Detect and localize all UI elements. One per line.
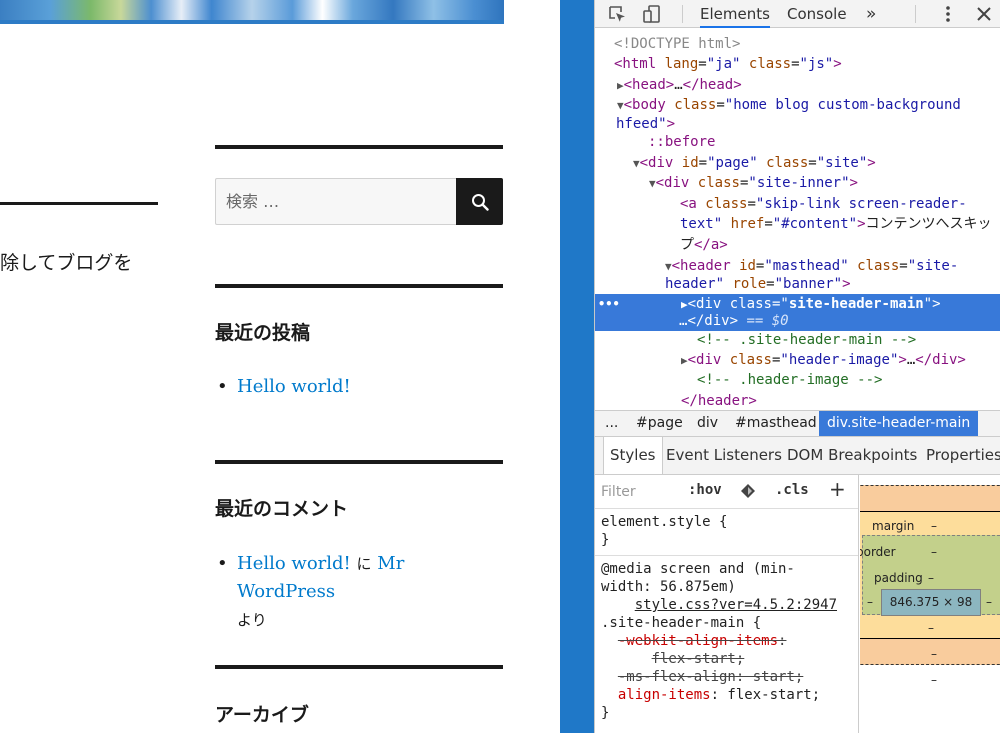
search-input[interactable] — [215, 178, 456, 225]
expand-arrow-icon[interactable]: ▶ — [617, 79, 624, 92]
archives-title: アーカイブ — [215, 704, 309, 726]
new-style-rule-icon[interactable]: + — [829, 477, 846, 501]
kebab-menu-icon[interactable] — [937, 3, 959, 25]
post-excerpt-text: 除してブログを — [0, 252, 133, 274]
dom-node-skip-link-end: プ</a> — [680, 237, 728, 253]
widget-divider — [215, 460, 503, 464]
bullet: • — [217, 553, 228, 574]
border-bottom-value: – — [931, 647, 937, 661]
recent-comments-list: • Hello world! に Mr WordPress より — [217, 550, 507, 634]
padding-right-value: – — [986, 595, 992, 609]
expand-arrow-icon[interactable]: ▶ — [681, 354, 688, 367]
devtools-panel: Elements Console » <!DOCTYPE html> <html… — [594, 0, 1000, 733]
breadcrumb-item[interactable]: ... — [605, 411, 618, 436]
padding-label: padding — [874, 571, 923, 585]
dom-node-site-inner[interactable]: ▼<div class="site-inner"> — [649, 173, 1000, 195]
search-form — [215, 178, 503, 225]
breadcrumb-item[interactable]: #page — [636, 411, 683, 436]
breadcrumb-item[interactable]: div — [697, 411, 718, 436]
dom-node-doctype[interactable]: <!DOCTYPE html> — [614, 34, 1000, 55]
dom-node-skip-link-cont: text" href="#content">コンテンツへスキッ — [680, 216, 992, 232]
media-rule[interactable]: @media screen and (min- width: 56.875em)… — [601, 560, 837, 722]
website-page: 除してブログを 最近の投稿 • Hello world! 最近のコメント • H… — [0, 0, 560, 733]
styles-filter-input[interactable] — [601, 481, 681, 503]
tab-elements[interactable]: Elements — [700, 0, 770, 28]
tab-properties[interactable]: Properties — [926, 437, 1000, 474]
node-actions-icon[interactable]: ••• — [598, 294, 620, 315]
breadcrumb-item[interactable]: #masthead — [735, 411, 817, 436]
comment-post-link[interactable]: Hello world! — [237, 553, 351, 574]
styles-filter-bar: :hov .cls + — [595, 475, 858, 509]
dom-node-before[interactable]: ::before — [648, 132, 1000, 153]
dom-breadcrumb: ... #page div #masthead div.site-header-… — [595, 410, 1000, 437]
dom-node-comment[interactable]: <!-- .header-image --> — [697, 370, 1000, 391]
dom-node-head[interactable]: ▶<head>…</head> — [617, 75, 1000, 97]
widget-divider — [215, 665, 503, 669]
collapse-arrow-icon[interactable]: ▼ — [633, 157, 640, 170]
rule-divider — [595, 555, 858, 556]
sidebar-tabs: Styles Event Listeners DOM Breakpoints P… — [595, 437, 1000, 475]
element-style-rule[interactable]: element.style { } — [601, 513, 727, 549]
element-state-icon[interactable] — [741, 484, 755, 498]
box-model-content[interactable]: 846.375 × 98 — [881, 589, 981, 616]
dom-node-html[interactable]: <html lang="ja" class="js"> — [614, 54, 1000, 75]
toolbar-divider — [915, 5, 916, 23]
padding-bottom-value: – — [928, 621, 934, 635]
search-icon — [471, 193, 489, 211]
tab-console[interactable]: Console — [787, 0, 847, 28]
source-link[interactable]: style.css?ver=4.5.2:2947 — [635, 597, 837, 613]
box-model-diagram: 846.375 × 98 margin – border – padding –… — [860, 475, 1000, 733]
header-image — [0, 0, 504, 24]
recent-comments-title: 最近のコメント — [215, 498, 349, 520]
devtools-toolbar: Elements Console » — [595, 0, 1000, 28]
recent-posts-list: • Hello world! — [217, 373, 507, 401]
styles-pane: :hov .cls + element.style { } @media scr… — [595, 475, 859, 733]
more-tabs-icon[interactable]: » — [866, 0, 876, 28]
dom-tree: <!DOCTYPE html> <html lang="ja" class="j… — [595, 29, 1000, 409]
collapse-arrow-icon[interactable]: ▼ — [649, 177, 656, 190]
collapse-arrow-icon[interactable]: ▼ — [617, 99, 624, 112]
expand-arrow-icon[interactable]: ▶ — [681, 298, 688, 311]
list-item: • Hello world! — [217, 373, 507, 401]
dom-node-comment[interactable]: <!-- .site-header-main --> — [697, 330, 1000, 351]
widget-divider — [215, 284, 503, 288]
tab-styles[interactable]: Styles — [603, 437, 663, 474]
dom-node-header-cont: header" role="banner"> — [665, 276, 851, 292]
padding-top-value: – — [928, 571, 934, 585]
inspect-element-icon[interactable] — [606, 3, 628, 25]
hov-toggle[interactable]: :hov — [688, 482, 722, 498]
dom-node-header-close[interactable]: </header> — [681, 391, 1000, 409]
tab-dom-breakpoints[interactable]: DOM Breakpoints — [787, 437, 917, 474]
dom-node-header-image[interactable]: ▶<div class="header-image">…</div> — [681, 350, 1000, 372]
recent-posts-title: 最近の投稿 — [215, 322, 311, 344]
comment-suffix-text: より — [237, 611, 267, 629]
margin-bottom-value: – — [931, 673, 937, 687]
border-label: border — [860, 545, 896, 559]
breadcrumb-item-active[interactable]: div.site-header-main — [819, 411, 979, 436]
cls-toggle[interactable]: .cls — [775, 482, 809, 498]
toolbar-divider — [682, 5, 683, 23]
device-toolbar-icon[interactable] — [641, 3, 663, 25]
close-icon[interactable] — [973, 3, 995, 25]
recent-post-link[interactable]: Hello world! — [237, 376, 351, 397]
search-button[interactable] — [456, 178, 503, 225]
margin-label: margin — [872, 519, 915, 533]
dom-node-page[interactable]: ▼<div id="page" class="site"> — [633, 153, 1000, 175]
tab-event-listeners[interactable]: Event Listeners — [666, 437, 782, 474]
comment-on-text: に — [356, 555, 372, 573]
selected-node-close: …</div> == $0 — [679, 313, 789, 329]
widget-divider — [215, 145, 503, 149]
dom-node-skip-link[interactable]: <a class="skip-link screen-reader- — [680, 194, 1000, 215]
border-top-value: – — [931, 545, 937, 559]
collapse-arrow-icon[interactable]: ▼ — [665, 260, 672, 273]
content-divider — [0, 202, 158, 205]
bullet: • — [217, 376, 228, 397]
dom-node-selected[interactable]: ••• ▶<div class="site-header-main"> …</d… — [595, 294, 1000, 331]
list-item: • Hello world! に Mr WordPress より — [217, 550, 507, 634]
margin-top-value: – — [931, 519, 937, 533]
padding-left-value: – — [867, 595, 873, 609]
